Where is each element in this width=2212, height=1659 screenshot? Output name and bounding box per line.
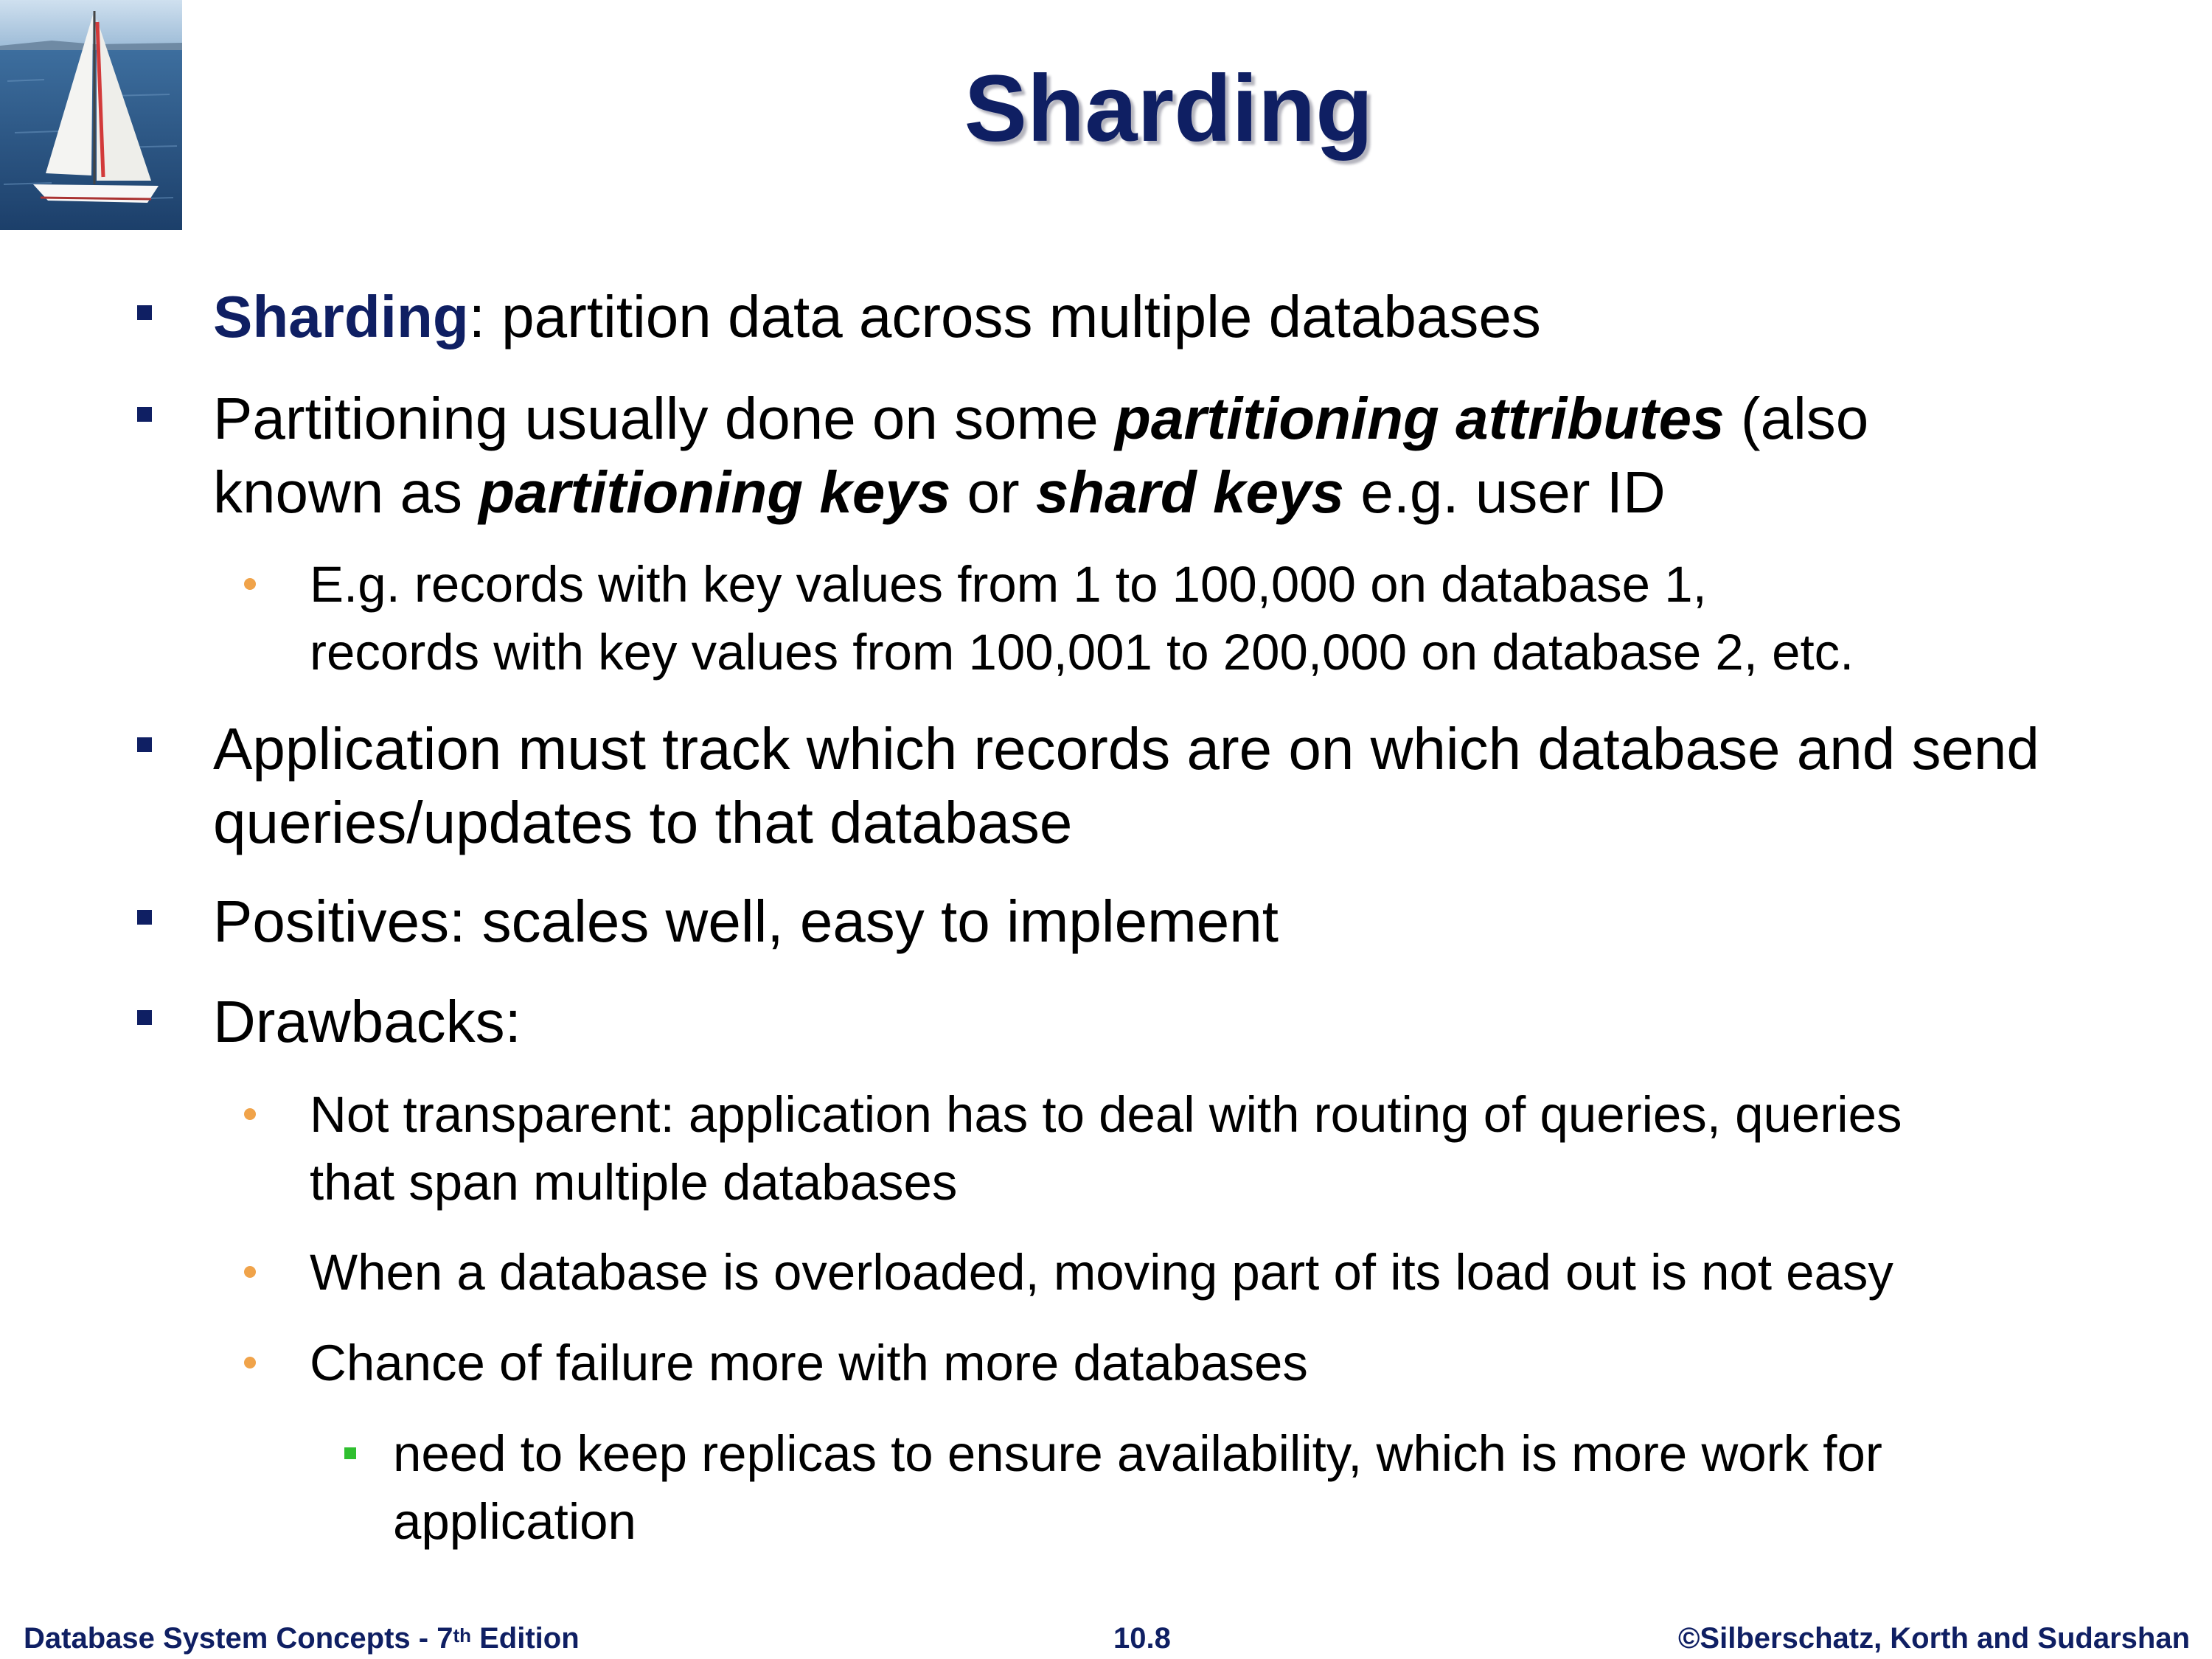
bullet-text: need to keep replicas to ensure availabi…	[393, 1425, 1882, 1482]
footer-book-sup: th	[453, 1624, 471, 1646]
bullet-text: Application must track which records are…	[213, 716, 2039, 782]
square-bullet-icon	[137, 1010, 152, 1025]
bullet-text: Not transparent: application has to deal…	[310, 1086, 1902, 1143]
round-bullet-icon	[244, 1266, 256, 1278]
bullet-text: application	[393, 1493, 636, 1550]
footer-book-suffix: Edition	[471, 1622, 580, 1655]
footer-copyright: ©Silberschatz, Korth and Sudarshan	[1677, 1622, 2190, 1655]
term-partitioning-keys: partitioning keys	[479, 459, 951, 525]
green-square-bullet-icon	[344, 1447, 356, 1459]
bullet-text: E.g. records with key values from 1 to 1…	[310, 556, 1707, 613]
square-bullet-icon	[137, 910, 152, 925]
slide-title: Sharding	[964, 56, 1374, 161]
bullet-text: (also	[1724, 386, 1869, 451]
bullet-text: queries/updates to that database	[213, 790, 1073, 855]
bullet-text: Chance of failure more with more databas…	[310, 1335, 1308, 1391]
term-shard-keys: shard keys	[1035, 459, 1344, 525]
bullet-text: known as	[213, 459, 479, 525]
footer-book-title: Database System Concepts - 7th Edition	[24, 1618, 580, 1658]
bullet-text: Drawbacks:	[213, 989, 521, 1054]
square-bullet-icon	[137, 737, 152, 752]
bullet-text: Partitioning usually done on some	[213, 386, 1115, 451]
square-bullet-icon	[137, 407, 152, 422]
term-partitioning-attributes: partitioning attributes	[1114, 386, 1725, 451]
bullet-text: records with key values from 100,001 to …	[310, 624, 1854, 681]
bullet-text: Positives: scales well, easy to implemen…	[213, 888, 1279, 954]
footer-book-prefix: Database System Concepts - 7	[24, 1622, 453, 1655]
round-bullet-icon	[244, 1357, 256, 1368]
round-bullet-icon	[244, 578, 256, 590]
bullet-text: When a database is overloaded, moving pa…	[310, 1244, 1893, 1301]
round-bullet-icon	[244, 1108, 256, 1120]
bullet-text: : partition data across multiple databas…	[468, 284, 1541, 349]
bullet-text: that span multiple databases	[310, 1154, 958, 1211]
keyword-sharding: Sharding	[213, 284, 469, 349]
footer-page-number: 10.8	[1113, 1622, 1171, 1655]
square-bullet-icon	[137, 305, 152, 320]
bullet-text: e.g. user ID	[1343, 459, 1666, 525]
bullet-text: or	[950, 459, 1036, 525]
